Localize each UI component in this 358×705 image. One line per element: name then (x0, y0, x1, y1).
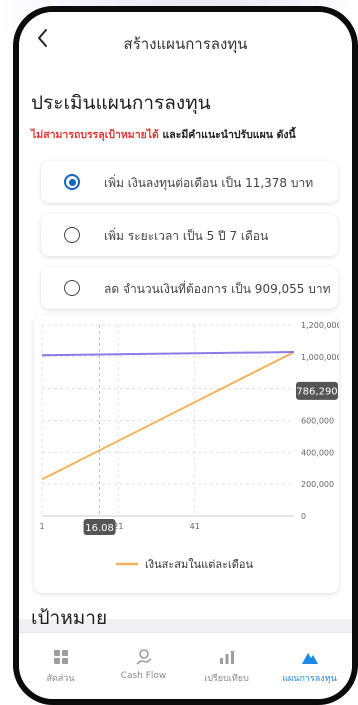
option-decrease-target[interactable]: ลด จำนวนเงินที่ต้องการ เป็น 909,055 บาท (41, 267, 338, 309)
radio-selected[interactable] (64, 174, 80, 190)
x-tick-label: 41 (190, 522, 200, 531)
warning-text-red: ไม่สามารถบรรลุเป้าหมายได้ (31, 129, 159, 141)
chart-legend: เงินสะสมในแต่ละเดือน (116, 558, 254, 571)
compare-chart-icon (220, 651, 234, 664)
series-line-target (41, 351, 295, 357)
nav-item-compare[interactable]: เปรียบเทียบ (185, 633, 268, 699)
nav-label: แผนการลงทุน (282, 674, 337, 684)
nav-item-investment-plan[interactable]: แผนการลงทุน (268, 633, 351, 699)
bottom-navigation: สัดส่วน Cash Flow เปรียบเทียบ แผนการลงทุ… (19, 632, 352, 699)
nav-item-cashflow[interactable]: Cash Flow (102, 633, 185, 699)
nav-label: สัดส่วน (46, 674, 75, 684)
cashflow-icon (136, 649, 152, 665)
y-tick-label: 1,000,000 (301, 353, 339, 362)
option-increase-duration[interactable]: เพิ่ม ระยะเวลา เป็น 5 ปี 7 เดือน (41, 214, 338, 256)
tooltip-y-value: 786,290 (296, 386, 337, 397)
y-axis-ticks: 0200,000400,000600,000800,0001,000,0001,… (301, 321, 339, 521)
app-screen: สร้างแผนการลงทุน ประเมินแผนการลงทุน ไม่ส… (19, 12, 352, 699)
option-label: ลด จำนวนเงินที่ต้องการ เป็น 909,055 บาท (104, 282, 331, 296)
y-tick-label: 200,000 (301, 480, 334, 489)
radio-unselected[interactable] (64, 280, 80, 296)
series-lines (41, 351, 295, 481)
tooltip-x-value: 16.08 (85, 523, 114, 534)
page-title: สร้างแผนการลงทุน (123, 35, 248, 53)
y-tick-label: 400,000 (301, 448, 334, 457)
projection-chart: 0200,000400,000600,000800,0001,000,0001,… (39, 321, 339, 571)
grid-icon (54, 650, 68, 664)
warning-message: ไม่สามารถบรรลุเป้าหมายได้ และมีคำแนะนำปร… (31, 126, 296, 143)
nav-label: Cash Flow (120, 671, 167, 681)
top-bar: สร้างแผนการลงทุน (19, 12, 352, 74)
option-label: เพิ่ม ระยะเวลา เป็น 5 ปี 7 เดือน (104, 229, 269, 243)
y-tick-label: 0 (301, 512, 306, 521)
option-increase-monthly[interactable]: เพิ่ม เงินลงทุนต่อเดือน เป็น 11,378 บาท (41, 161, 338, 203)
phone-frame: สร้างแผนการลงทุน ประเมินแผนการลงทุน ไม่ส… (13, 6, 358, 705)
x-axis-ticks: 1 21 41 (39, 522, 199, 531)
y-tick-label: 1,200,000 (301, 321, 339, 330)
main-content: ประเมินแผนการลงทุน ไม่สามารถบรรลุเป้าหมา… (19, 74, 352, 655)
nav-label: เปรียบเทียบ (204, 674, 249, 684)
tooltip-y: 786,290 (296, 381, 338, 400)
tooltip-x: 16.08 (83, 519, 116, 535)
legend-label: เงินสะสมในแต่ละเดือน (145, 558, 254, 571)
x-tick-label: 1 (39, 522, 44, 531)
goal-section-title: เป้าหมาย (31, 607, 108, 625)
nav-item-allocation[interactable]: สัดส่วน (19, 633, 102, 699)
series-line-accumulated (41, 351, 295, 481)
y-tick-label: 600,000 (301, 417, 334, 426)
mountain-icon (302, 653, 318, 664)
option-label: เพิ่ม เงินลงทุนต่อเดือน เป็น 11,378 บาท (104, 176, 314, 190)
projection-chart-card: 0200,000400,000600,000800,0001,000,0001,… (34, 315, 339, 593)
warning-text-rest: และมีคำแนะนำปรับแผน ดังนี้ (158, 129, 296, 141)
radio-unselected[interactable] (64, 227, 80, 243)
section-title: ประเมินแผนการลงทุน (31, 92, 211, 114)
